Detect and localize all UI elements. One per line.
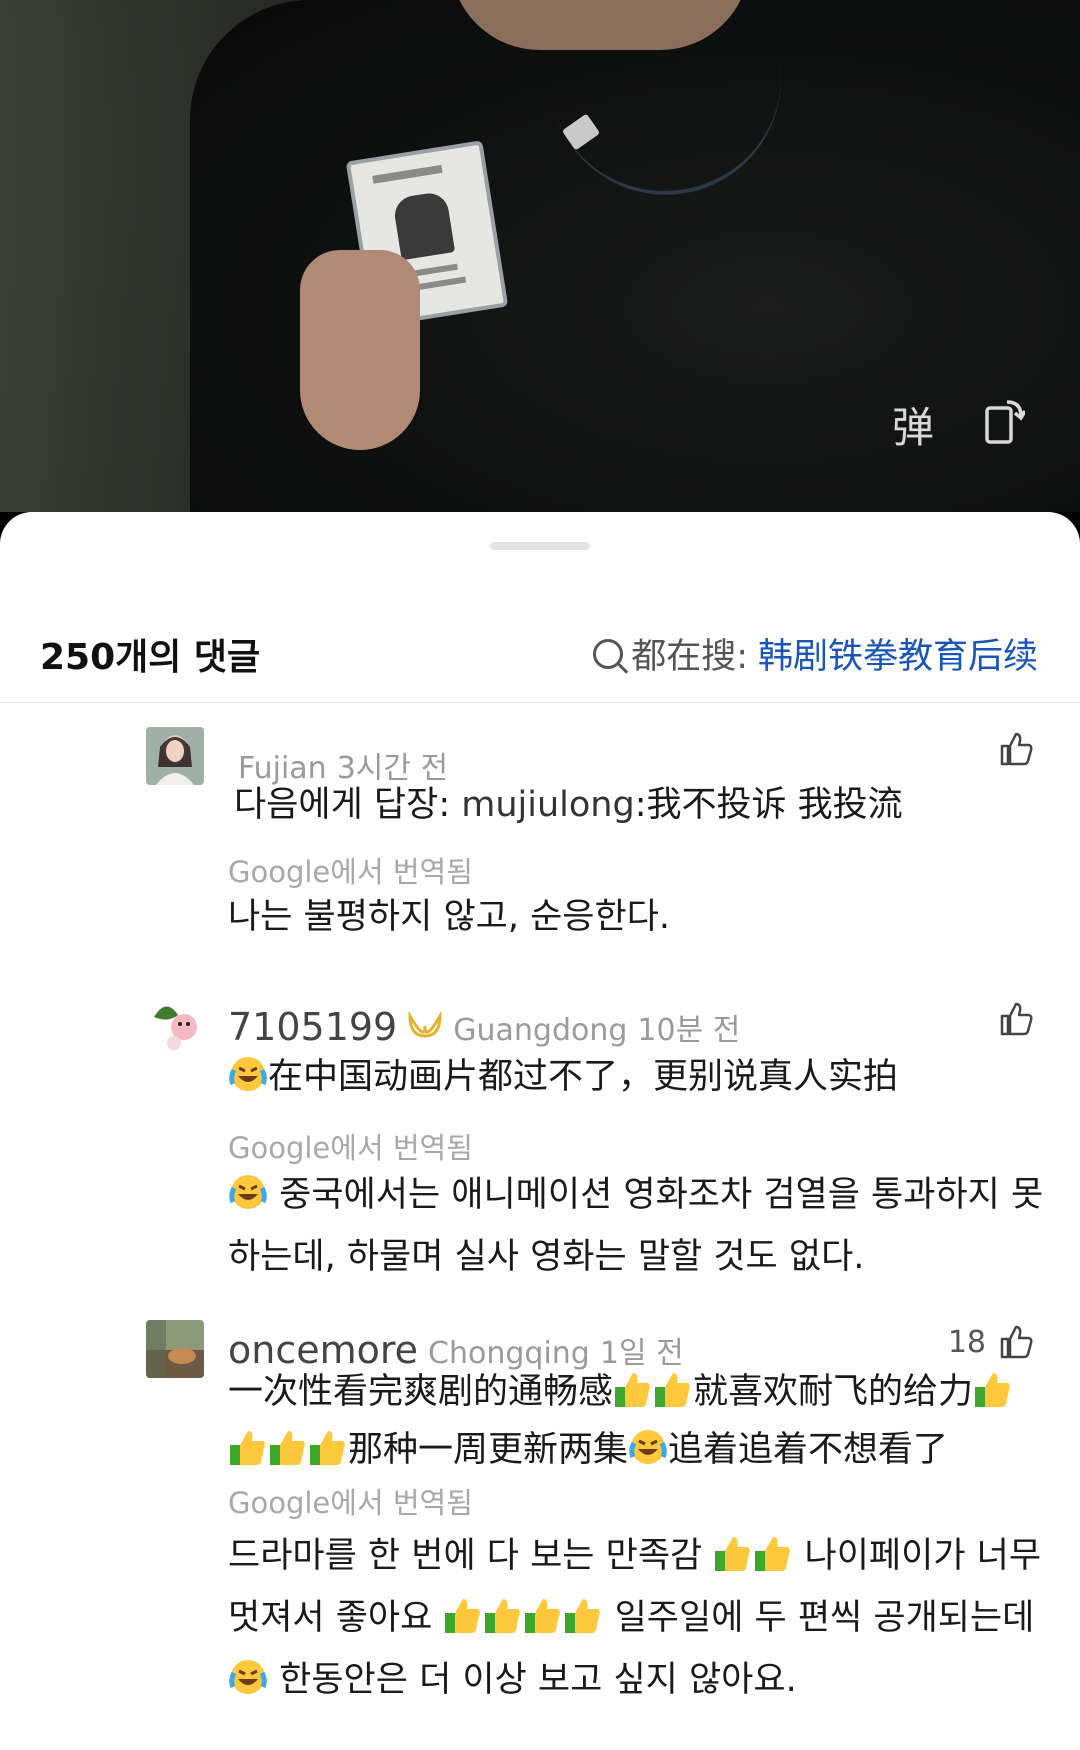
thumbs-up-emoji-icon xyxy=(613,1371,653,1424)
comment-text-part: 就喜欢耐飞的给力 xyxy=(693,1372,974,1412)
thumbs-up-emoji-icon xyxy=(753,1534,793,1590)
avatar[interactable] xyxy=(146,727,204,785)
video-player[interactable]: 弹 xyxy=(0,0,1080,512)
drag-handle[interactable] xyxy=(490,542,590,550)
thumbs-up-emoji-icon xyxy=(443,1596,483,1652)
comment-time: 10분 전 xyxy=(637,1013,741,1048)
thumbs-up-emoji-icon xyxy=(228,1429,268,1482)
comment-username[interactable]: 7105199 xyxy=(228,1005,397,1049)
comment-translation: 드라마를 한 번에 다 보는 만족감 나이페이가 너무 멋져서 좋아요 일주일에… xyxy=(228,1528,1058,1714)
like-button[interactable] xyxy=(986,731,1034,767)
reply-username[interactable]: mujiulong xyxy=(461,785,634,825)
translated-by-label: Google에서 번역됨 xyxy=(228,855,473,889)
comment-sheet: 250개의 댓글 都在搜: 韩剧铁拳教育后续 Fujian 3시간 전 다음에게… xyxy=(0,512,1080,1750)
avatar[interactable] xyxy=(146,1320,204,1378)
like-button[interactable] xyxy=(986,1001,1034,1037)
reply-prefix: 다음에게 답장: xyxy=(234,785,462,825)
comment-item: Fujian 3시간 전 다음에게 답장: mujiulong:我不投诉 我投流… xyxy=(0,727,1080,987)
thumbs-up-emoji-icon xyxy=(713,1534,753,1590)
vip-badge-icon xyxy=(408,1012,442,1038)
video-frame-hand xyxy=(300,250,420,450)
comment-text: 一次性看完爽剧的通畅感 就喜欢耐飞的给力那种一周更新两集 追着追着不想看了 xyxy=(228,1366,1048,1482)
like-count: 18 xyxy=(947,1324,986,1360)
thumbs-up-emoji-icon xyxy=(563,1596,603,1652)
trending-search-prefix: 都在搜: xyxy=(631,637,748,677)
comment-header: 250개의 댓글 都在搜: 韩剧铁拳教育后续 xyxy=(0,592,1080,703)
comment-translation-part: 드라마를 한 번에 다 보는 만족감 xyxy=(228,1536,703,1576)
thumbs-up-emoji-icon xyxy=(523,1596,563,1652)
thumbs-up-emoji-icon xyxy=(308,1429,348,1482)
comment-item: oncemore Chongqing 1일 전 18 一次性看完爽剧的通畅感 就喜… xyxy=(0,1320,1080,1750)
trending-search-term[interactable]: 韩剧铁拳教育后续 xyxy=(758,628,1038,679)
comment-translation-part: 일주일에 두 편씩 공개되는데 xyxy=(614,1598,1035,1638)
comment-original-text: 在中国动画片都过不了，更别说真人实拍 xyxy=(268,1057,899,1097)
danmaku-icon[interactable]: 弹 xyxy=(892,394,934,455)
comment-meta: 7105199 Guangdong 10분 전 xyxy=(228,1005,740,1049)
crying-laughing-emoji-icon xyxy=(628,1427,668,1482)
comment-translation: 나는 불평하지 않고, 순응한다. xyxy=(228,897,671,937)
crying-laughing-emoji-icon xyxy=(228,1172,268,1229)
crying-laughing-emoji-icon xyxy=(228,1054,268,1109)
comment-text: 다음에게 답장: mujiulong:我不投诉 我投流 xyxy=(234,779,1064,831)
thumbs-up-emoji-icon xyxy=(483,1596,523,1652)
thumbs-up-icon xyxy=(1000,732,1033,766)
comment-original-text: :我不投诉 我投流 xyxy=(634,785,903,825)
comment-translation-part: 한동안은 더 이상 보고 싶지 않아요. xyxy=(279,1660,797,1700)
trending-search[interactable]: 都在搜: 韩剧铁拳教育后续 xyxy=(593,628,1038,679)
rotate-screen-icon[interactable] xyxy=(985,396,1025,444)
comment-text: 在中国动画片都过不了，更别说真人实拍 xyxy=(228,1051,1058,1109)
comment-location: Guangdong xyxy=(453,1013,628,1048)
comment-text-part: 追着追着不想看了 xyxy=(668,1430,949,1470)
comment-translation-text: 중국에서는 애니메이션 영화조차 검열을 통과하지 못하는데, 하물며 실사 영… xyxy=(228,1175,1044,1277)
translated-by-label: Google에서 번역됨 xyxy=(228,1131,473,1165)
comment-count: 250개의 댓글 xyxy=(40,637,261,678)
thumbs-up-emoji-icon xyxy=(973,1371,1013,1424)
translated-by-label: Google에서 번역됨 xyxy=(228,1486,473,1520)
avatar[interactable] xyxy=(146,997,204,1055)
thumbs-up-icon xyxy=(1000,1002,1033,1036)
comment-text-part: 一次性看完爽剧的通畅感 xyxy=(228,1372,614,1412)
comment-item: 7105199 Guangdong 10분 전 在中国动画片都过不了，更别说真人… xyxy=(0,997,1080,1297)
comment-text-part: 那种一周更新两集 xyxy=(348,1430,629,1470)
crying-laughing-emoji-icon xyxy=(228,1657,268,1714)
comment-translation: 중국에서는 애니메이션 영화조차 검열을 통과하지 못하는데, 하물며 실사 영… xyxy=(228,1167,1058,1285)
like-button[interactable]: 18 xyxy=(948,1324,1034,1360)
thumbs-up-emoji-icon xyxy=(268,1429,308,1482)
thumbs-up-emoji-icon xyxy=(653,1371,693,1424)
search-icon xyxy=(593,638,624,669)
thumbs-up-icon xyxy=(1000,1325,1033,1359)
